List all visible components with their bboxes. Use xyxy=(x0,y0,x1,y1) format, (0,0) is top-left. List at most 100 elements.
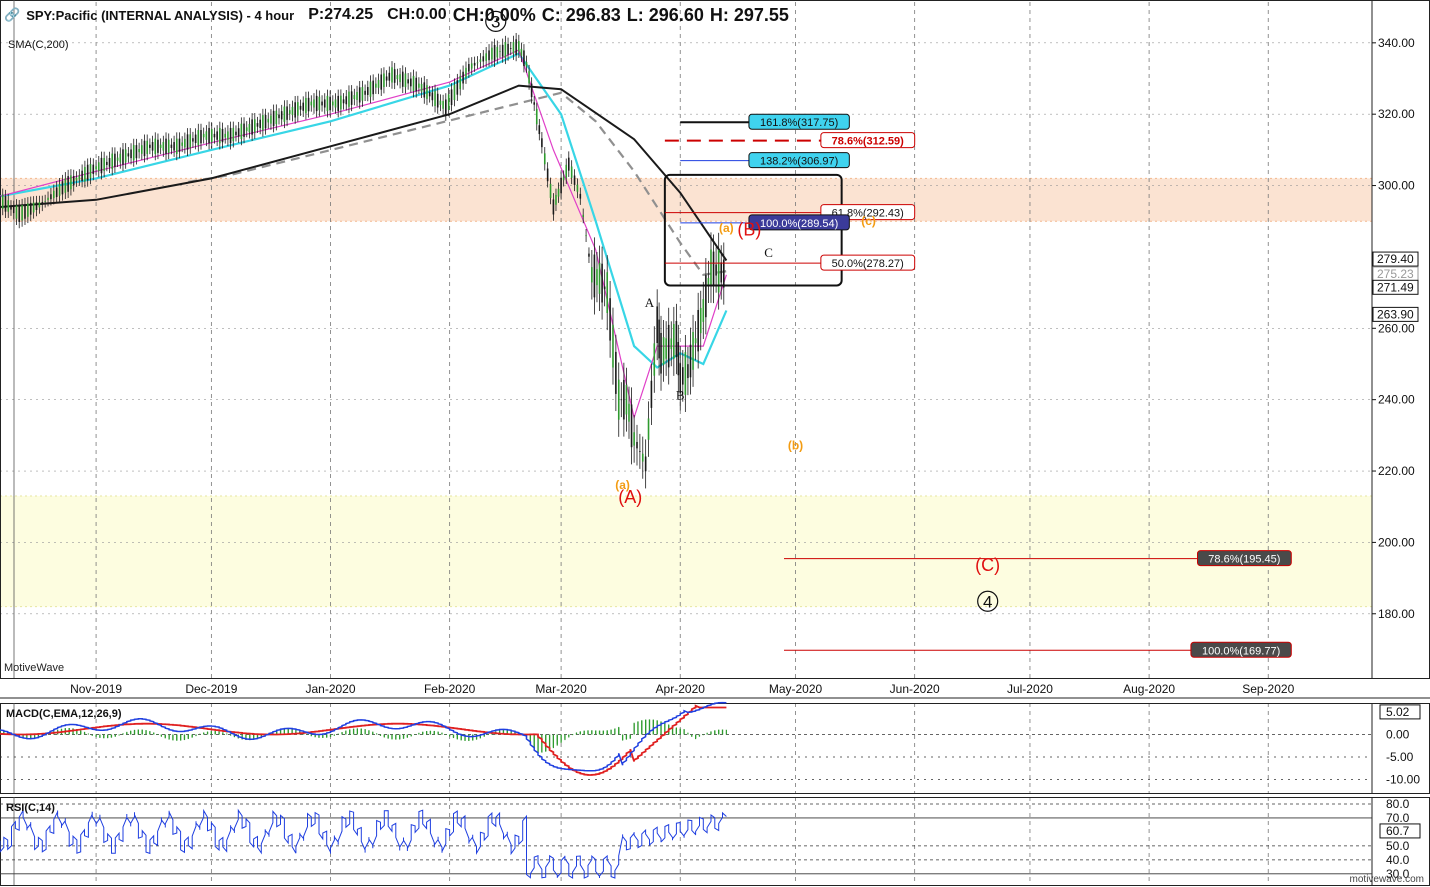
candle-body xyxy=(562,176,565,181)
candle-body xyxy=(639,451,641,452)
x-tick-label: Sep-2020 xyxy=(1242,682,1294,696)
candle-body xyxy=(677,342,680,376)
candle-body xyxy=(106,161,108,165)
candle-body xyxy=(499,50,501,52)
candle-body xyxy=(509,48,512,49)
candle-body xyxy=(219,127,221,144)
candle-body xyxy=(170,144,173,148)
sma-indicator-label[interactable]: SMA(C,200) xyxy=(8,39,69,51)
low-readout: L: 296.60 xyxy=(626,4,704,25)
candle-body xyxy=(315,95,318,112)
candle-body xyxy=(543,153,546,165)
candle-body xyxy=(361,87,364,101)
candle-body xyxy=(667,324,670,368)
candle-body xyxy=(32,202,35,213)
candle-body xyxy=(248,123,251,133)
candle-body xyxy=(720,262,723,283)
candle-body xyxy=(270,115,272,124)
candle-body xyxy=(7,200,10,212)
candle-body xyxy=(415,77,418,92)
candle-body xyxy=(345,96,348,105)
candle-body xyxy=(130,149,132,159)
candle-body xyxy=(507,43,509,55)
candle-body xyxy=(151,142,154,151)
candle-body xyxy=(445,99,447,115)
rsi-indicator-label[interactable]: RSI(C,14) xyxy=(6,802,55,814)
magenta-moving-average xyxy=(0,49,727,420)
candle-body xyxy=(10,206,12,210)
candle-body xyxy=(321,101,323,106)
x-tick-label: Mar-2020 xyxy=(535,682,587,696)
candle-body xyxy=(462,71,464,84)
fib-label: 78.6%(312.59) xyxy=(832,136,904,148)
candle-body xyxy=(84,167,86,182)
candle-body xyxy=(476,62,479,64)
candle-body xyxy=(715,264,717,276)
macd-tick-label: 0.00 xyxy=(1386,728,1410,742)
candle-body xyxy=(567,157,570,171)
candle-body xyxy=(468,64,470,72)
x-tick-label: Dec-2019 xyxy=(185,682,237,696)
x-tick-label: Nov-2019 xyxy=(70,682,122,696)
candle-body xyxy=(278,114,280,119)
candle-body xyxy=(439,100,442,105)
candle-body xyxy=(541,138,543,148)
candle-body xyxy=(681,367,684,385)
candle-body xyxy=(116,157,119,161)
macd-indicator-label[interactable]: MACD(C,EMA,12,26,9) xyxy=(6,708,122,720)
candle-body xyxy=(385,76,388,81)
candle-body xyxy=(372,80,374,95)
candle-body xyxy=(450,89,453,106)
candle-body xyxy=(41,201,44,205)
candle-body xyxy=(18,206,21,222)
candle-body xyxy=(653,343,656,376)
candle-body xyxy=(684,352,687,395)
candle-body xyxy=(61,181,64,195)
candle-body xyxy=(299,105,302,110)
candle-body xyxy=(512,42,515,54)
candle-body xyxy=(181,142,183,146)
macd-pane: 0.00 -5.00 -10.00 5.02 xyxy=(0,701,1421,787)
y-tick-label: 220.00 xyxy=(1378,464,1415,478)
candle-body xyxy=(138,148,140,153)
price-label: 263.90 xyxy=(1377,307,1414,321)
candle-body xyxy=(533,102,535,105)
candle-body xyxy=(687,364,689,379)
candle-body xyxy=(224,133,227,138)
chart-canvas[interactable]: 161.8%(317.75) 78.6%(312.59) 138.2%(306.97… xyxy=(0,0,1430,887)
close-readout: C: 296.83 xyxy=(541,4,621,25)
candle-body xyxy=(552,199,555,215)
y-tick-label: 180.00 xyxy=(1378,607,1415,621)
candle-body xyxy=(702,299,705,322)
candle-body xyxy=(0,196,1,204)
candle-body xyxy=(404,73,407,88)
candle-body xyxy=(124,149,127,163)
candle-body xyxy=(426,85,428,99)
y-tick-label: 320.00 xyxy=(1378,107,1415,121)
candle-body xyxy=(280,111,283,120)
fib-label: 100.0%(169.77) xyxy=(1202,645,1280,657)
candle-body xyxy=(12,206,15,214)
candle-body xyxy=(641,453,644,462)
candle-body xyxy=(412,75,415,92)
link-icon[interactable]: 🔗 xyxy=(4,7,20,23)
wave-label: A xyxy=(645,295,655,310)
candle-body xyxy=(692,332,694,370)
candle-body xyxy=(240,123,243,139)
candle-body xyxy=(348,91,350,107)
candle-body xyxy=(50,194,52,200)
candle-body xyxy=(323,99,326,108)
candle-body xyxy=(58,184,61,196)
candle-body xyxy=(488,50,490,61)
candle-body xyxy=(44,201,46,202)
macd-tick-label: -5.00 xyxy=(1386,750,1414,764)
rsi-tick-label: 70.0 xyxy=(1386,811,1410,825)
candle-body xyxy=(579,193,582,199)
candle-body xyxy=(47,197,49,201)
candle-body xyxy=(254,119,256,133)
candle-body xyxy=(307,97,310,112)
candle-body xyxy=(369,81,372,97)
candle-body xyxy=(334,99,337,108)
candle-body xyxy=(286,106,288,120)
candle-body xyxy=(383,73,385,88)
